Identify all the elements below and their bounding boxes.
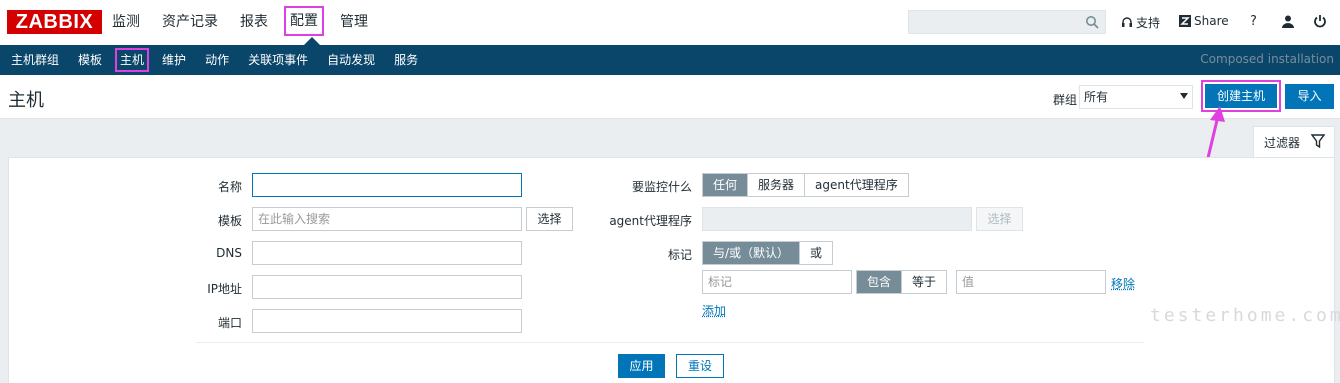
menu-reports[interactable]: 报表 — [240, 0, 268, 45]
import-button[interactable]: 导入 — [1285, 84, 1334, 109]
tag-remove-link[interactable]: 移除 — [1111, 275, 1135, 292]
menu-monitoring[interactable]: 监测 — [112, 0, 140, 45]
monitored-by-toggle: 任何 服务器 agent代理程序 — [702, 173, 909, 197]
tags-mode-or[interactable]: 或 — [800, 242, 833, 264]
share-label: Share — [1194, 14, 1229, 28]
monitored-by-label: 要监控什么 — [631, 180, 692, 194]
template-select-button[interactable]: 选择 — [526, 207, 573, 231]
apply-button[interactable]: 应用 — [618, 354, 665, 378]
submenu-maintenance[interactable]: 维护 — [158, 50, 190, 70]
submenu-discovery[interactable]: 自动发现 — [323, 50, 379, 70]
group-label: 群组 — [1053, 93, 1078, 107]
menu-configuration[interactable]: 配置 — [284, 6, 324, 36]
ip-input[interactable] — [252, 275, 522, 299]
filter-tab-label: 过滤器 — [1264, 136, 1301, 150]
filter-divider — [196, 342, 1144, 343]
ip-label: IP地址 — [207, 282, 242, 296]
share-link[interactable]: Share — [1179, 14, 1229, 28]
sub-menu: 主机群组 模板 主机 维护 动作 关联项事件 自动发现 服务 — [0, 45, 1340, 75]
submenu-event-correlation[interactable]: 关联项事件 — [244, 50, 312, 70]
submenu-services[interactable]: 服务 — [390, 50, 422, 70]
zabbix-share-icon — [1179, 15, 1191, 27]
help-link[interactable]: ? — [1250, 14, 1257, 29]
group-select[interactable]: 所有 — [1079, 85, 1193, 109]
main-menu: 监测 资产记录 报表 配置 管理 — [112, 0, 390, 45]
name-input[interactable] — [252, 173, 522, 197]
page-title: 主机 — [8, 90, 44, 111]
active-menu-caret — [304, 37, 320, 45]
dns-input[interactable] — [252, 241, 522, 265]
tags-label: 标记 — [667, 248, 692, 262]
support-link[interactable]: 支持 — [1121, 14, 1160, 31]
operator-contains[interactable]: 包含 — [857, 271, 903, 293]
proxy-select-button: 选择 — [976, 207, 1023, 231]
dropdown-arrow-icon — [1180, 93, 1188, 99]
template-input[interactable]: 在此输入搜索 — [252, 207, 522, 231]
monitored-by-proxy[interactable]: agent代理程序 — [805, 174, 908, 196]
top-bar: ZABBIX 监测 资产记录 报表 配置 管理 支持 Share ? — [0, 0, 1340, 45]
tag-value-input[interactable]: 值 — [956, 270, 1106, 294]
submenu-actions[interactable]: 动作 — [201, 50, 233, 70]
template-label: 模板 — [217, 214, 242, 228]
annotation-arrow-icon — [1206, 106, 1225, 159]
name-label: 名称 — [217, 180, 242, 194]
search-icon[interactable] — [1085, 15, 1099, 29]
monitored-by-server[interactable]: 服务器 — [748, 174, 806, 196]
filter-funnel-icon — [1311, 134, 1325, 148]
user-profile-icon[interactable] — [1281, 14, 1295, 28]
composed-installation-label: Composed installation — [1200, 52, 1334, 66]
proxy-input — [702, 207, 972, 231]
proxy-label: agent代理程序 — [609, 214, 692, 228]
support-label: 支持 — [1136, 16, 1161, 30]
menu-inventory[interactable]: 资产记录 — [162, 0, 218, 45]
tags-mode-toggle: 与/或（默认） 或 — [702, 241, 834, 265]
filter-tab[interactable]: 过滤器 — [1253, 126, 1335, 158]
zabbix-logo[interactable]: ZABBIX — [7, 10, 102, 34]
power-icon[interactable] — [1313, 14, 1327, 28]
watermark-text: testerhome.com — [1150, 305, 1340, 326]
global-search-input[interactable] — [908, 10, 1106, 34]
tag-add-link[interactable]: 添加 — [702, 302, 726, 319]
create-host-button[interactable]: 创建主机 — [1205, 84, 1277, 108]
group-select-value: 所有 — [1084, 90, 1109, 104]
page-header: 主机 群组 所有 导入 — [0, 75, 1340, 119]
port-label: 端口 — [217, 316, 242, 330]
submenu-templates[interactable]: 模板 — [74, 50, 106, 70]
monitored-by-any[interactable]: 任何 — [703, 174, 749, 196]
tag-name-input[interactable]: 标记 — [702, 270, 852, 294]
headset-icon — [1122, 16, 1132, 27]
menu-administration[interactable]: 管理 — [340, 0, 368, 45]
operator-equals[interactable]: 等于 — [902, 271, 947, 293]
submenu-hosts[interactable]: 主机 — [115, 48, 150, 72]
port-input[interactable] — [252, 309, 522, 333]
tags-mode-and-or[interactable]: 与/或（默认） — [703, 242, 801, 264]
tag-operator-toggle: 包含 等于 — [856, 270, 948, 294]
dns-label: DNS — [216, 246, 242, 260]
reset-button[interactable]: 重设 — [676, 354, 724, 378]
submenu-host-groups[interactable]: 主机群组 — [7, 50, 63, 70]
